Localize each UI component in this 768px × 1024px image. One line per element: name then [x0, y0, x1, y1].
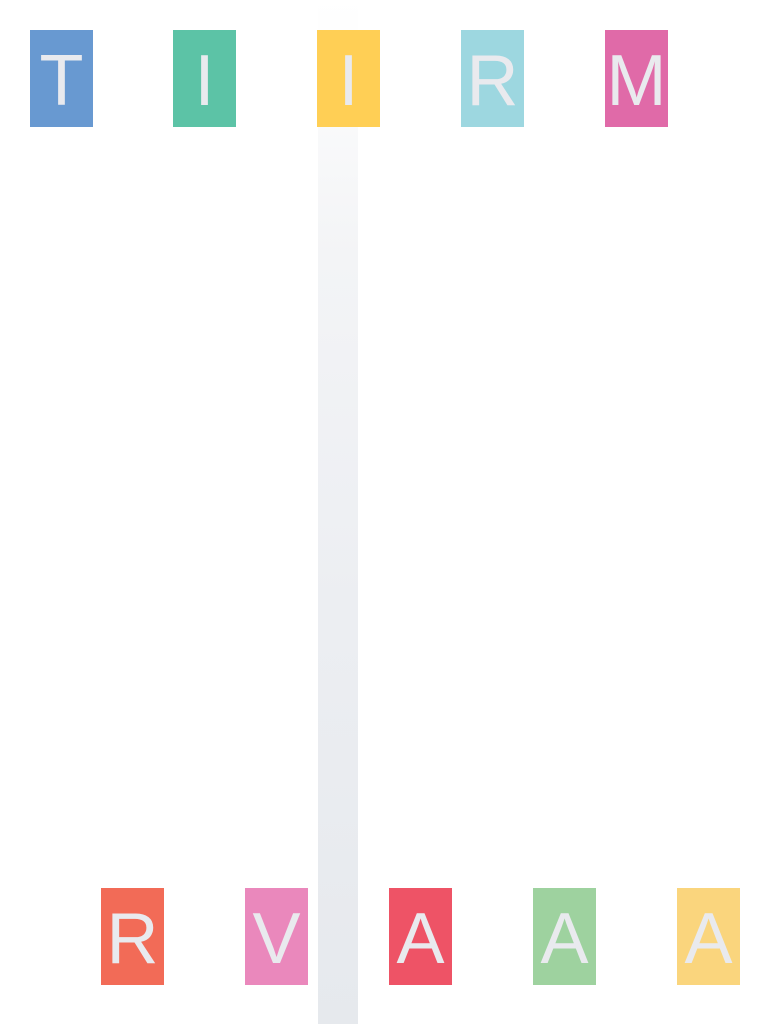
tile-letter: M — [606, 40, 667, 121]
game-board: T I I R M R V A A A — [0, 0, 768, 1024]
tile-letter: A — [396, 898, 445, 979]
tile-letter: R — [466, 40, 519, 121]
bottom-tile-4[interactable]: A — [533, 888, 596, 985]
top-tile-1[interactable]: T — [30, 30, 93, 127]
top-tile-4[interactable]: R — [461, 30, 524, 127]
bottom-tile-3[interactable]: A — [389, 888, 452, 985]
bottom-tile-5[interactable]: A — [677, 888, 740, 985]
top-tile-3[interactable]: I — [317, 30, 380, 127]
bottom-tile-1[interactable]: R — [101, 888, 164, 985]
tile-letter: A — [540, 898, 589, 979]
tile-letter: A — [684, 898, 733, 979]
center-lane — [318, 0, 358, 1024]
top-tile-row: T I I R M — [0, 30, 768, 128]
tile-letter: T — [39, 40, 84, 121]
bottom-tile-2[interactable]: V — [245, 888, 308, 985]
tile-letter: I — [194, 40, 215, 121]
tile-letter: V — [252, 898, 301, 979]
top-tile-2[interactable]: I — [173, 30, 236, 127]
tile-letter: R — [106, 898, 159, 979]
bottom-tile-row: R V A A A — [0, 888, 768, 986]
top-tile-5[interactable]: M — [605, 30, 668, 127]
tile-letter: I — [338, 40, 359, 121]
